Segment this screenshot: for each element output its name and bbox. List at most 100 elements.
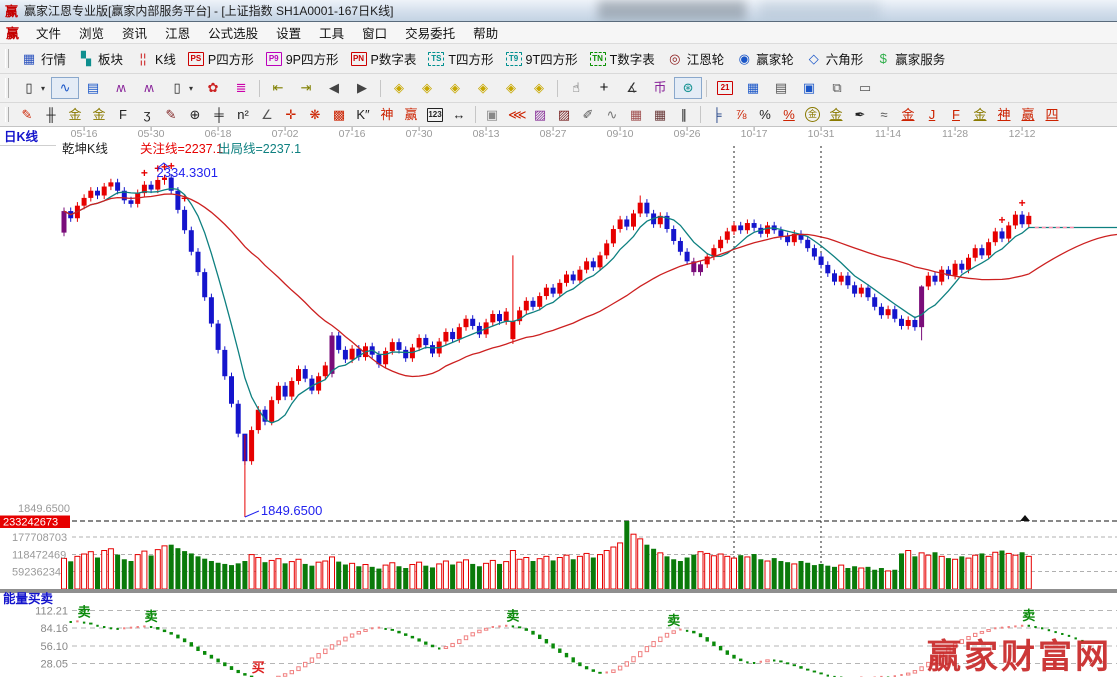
menu-item-window[interactable]: 窗口 [353, 21, 396, 44]
candle-style-button[interactable]: ▯▾ [163, 77, 199, 99]
mindmap-tool-button[interactable]: ⊛ [674, 77, 702, 99]
notepad-button[interactable]: ▤ [767, 77, 795, 99]
angle-tool-button[interactable]: ∡ [618, 77, 646, 99]
percent-78-button[interactable]: ⅞ [729, 105, 753, 125]
print-button[interactable]: ▭ [851, 77, 879, 99]
k-quote-marks-button[interactable]: K″ [351, 105, 375, 125]
menu-item-tools[interactable]: 工具 [310, 21, 353, 44]
gann-web-button[interactable]: ❋ [303, 105, 327, 125]
diamond-star-button[interactable]: ◈ [497, 77, 525, 99]
gann-wheel-button[interactable]: ◎江恩轮 [661, 46, 731, 71]
crosshair-tool-button[interactable]: + [590, 77, 618, 99]
dropdown-arrow-icon[interactable]: ▾ [189, 84, 193, 93]
j-angle-button[interactable]: J [920, 105, 944, 125]
span-arrows-button[interactable]: ↔ [447, 105, 471, 125]
menu-item-formula-stock-picker[interactable]: 公式选股 [199, 21, 267, 44]
p-square-button[interactable]: PSP四方形 [182, 46, 260, 71]
cycle-circle-button[interactable]: ⊕ [183, 105, 207, 125]
winner-wheel-button[interactable]: ◉赢家轮 [730, 46, 800, 71]
web-grid-button[interactable]: ▩ [327, 105, 351, 125]
diamond-grid-button[interactable]: ◈ [525, 77, 553, 99]
diamond-horizontal-button[interactable]: ◈ [441, 77, 469, 99]
zigzag-tool-button[interactable]: ∿ [600, 105, 624, 125]
gold-angle-button[interactable]: 金 [968, 105, 992, 125]
gold-circle-button[interactable]: 金 [801, 105, 824, 124]
sector-angle-button[interactable]: ∠ [255, 105, 279, 125]
menu-item-file[interactable]: 文件 [27, 21, 70, 44]
ying-angle-button[interactable]: 赢 [1016, 105, 1040, 125]
gold-comb-a-button[interactable]: 金 [63, 105, 87, 125]
kline-button[interactable]: ¦¦K线 [129, 46, 182, 71]
toolbar-grip[interactable] [5, 107, 9, 123]
f-angle-button[interactable]: F [944, 105, 968, 125]
gold-red-line-button[interactable]: 金 [896, 105, 920, 125]
wave-3-button[interactable]: ʍ [107, 77, 135, 99]
corner-rays-button[interactable]: ⋘ [504, 105, 528, 125]
volume-profile-button[interactable]: ≣ [227, 77, 255, 99]
ink-pen-button[interactable]: ✒ [848, 105, 872, 125]
grid-fine-button[interactable]: ▦ [624, 105, 648, 125]
export-button[interactable]: ⧉ [823, 77, 851, 99]
seal-pattern-button[interactable]: ✿ [199, 77, 227, 99]
shen-grid-button[interactable]: 神 [375, 105, 399, 125]
hand-tool-button[interactable]: ☝ [562, 77, 590, 99]
time-comb-button[interactable]: ╪ [207, 105, 231, 125]
overlay-wave-button[interactable]: ∿ [51, 77, 79, 99]
gold-comb-b-button[interactable]: 金 [87, 105, 111, 125]
box-rays-purple-button[interactable]: ▨ [528, 105, 552, 125]
gold-line-button[interactable]: 金 [824, 105, 848, 125]
winner-service-button[interactable]: $赢家服务 [869, 46, 951, 71]
nine-p-square-button[interactable]: P99P四方形 [260, 46, 345, 71]
hexagon-button[interactable]: ◇六角形 [800, 46, 870, 71]
box-rays-red-button[interactable]: ▨ [552, 105, 576, 125]
calendar-21-button[interactable]: 21 [711, 78, 739, 98]
menu-item-news[interactable]: 资讯 [113, 21, 156, 44]
shen-angle-button[interactable]: 神 [992, 105, 1016, 125]
sectors-button[interactable]: ▚板块 [72, 46, 129, 71]
coin-tool-button[interactable]: 币 [646, 77, 674, 99]
square-of-nine-button[interactable]: n² [231, 105, 255, 125]
p-number-table-button[interactable]: PNP数字表 [345, 46, 423, 71]
quotes-button[interactable]: ▦行情 [15, 46, 72, 71]
jump-last-button[interactable]: ⇥ [292, 77, 320, 99]
scale-ruler-button[interactable]: ╞ [705, 105, 729, 125]
wave-channel-button[interactable]: ≈ [872, 105, 896, 125]
grid-coarse-button[interactable]: ▦ [648, 105, 672, 125]
menu-item-browse[interactable]: 浏览 [70, 21, 113, 44]
gann-crosshair-button[interactable]: ✛ [279, 105, 303, 125]
spiral-comb-button[interactable]: ʒ [135, 105, 159, 125]
diamond-right-button[interactable]: ◈ [413, 77, 441, 99]
ying-grid-button[interactable]: 赢 [399, 105, 423, 125]
t-square-button[interactable]: TST四方形 [422, 46, 499, 71]
wave-9-button[interactable]: ʍ [135, 77, 163, 99]
kline-style-button[interactable]: ▯▾ [15, 77, 51, 99]
percent-line-button[interactable]: % [777, 105, 801, 125]
snap-box-button[interactable]: ▣ [480, 105, 504, 125]
t-number-table-button[interactable]: TNT数字表 [584, 46, 661, 71]
f-comb-button[interactable]: F [111, 105, 135, 125]
title-bar[interactable]: 赢 赢家江恩专业版[赢家内部服务平台] - [上证指数 SH1A0001-167… [0, 0, 1117, 22]
diamond-left-button[interactable]: ◈ [385, 77, 413, 99]
dropdown-arrow-icon[interactable]: ▾ [41, 84, 45, 93]
jump-first-button[interactable]: ⇤ [264, 77, 292, 99]
nine-t-square-button[interactable]: T99T四方形 [500, 46, 584, 71]
menu-item-settings[interactable]: 设置 [267, 21, 310, 44]
marker-pen-button[interactable]: ✎ [159, 105, 183, 125]
step-back-button[interactable]: ◀ [320, 77, 348, 99]
menu-item-trade-order[interactable]: 交易委托 [396, 21, 464, 44]
gann-pen-button[interactable]: ✎ [15, 105, 39, 125]
toolbar-grip[interactable] [5, 49, 9, 69]
ruler-123-button[interactable]: 123 [423, 106, 447, 124]
menu-item-help[interactable]: 帮助 [464, 21, 507, 44]
toolbar-grip[interactable] [5, 78, 9, 97]
diamond-cross-button[interactable]: ◈ [469, 77, 497, 99]
main-chart[interactable]: 05-1605-3006-1807-0207-1607-3008-1308-27… [0, 127, 1117, 677]
menu-item-gann[interactable]: 江恩 [156, 21, 199, 44]
pane-separator[interactable] [0, 589, 1117, 593]
angle-pen-button[interactable]: ✐ [576, 105, 600, 125]
step-forward-button[interactable]: ▶ [348, 77, 376, 99]
calculator-button[interactable]: ▦ [739, 77, 767, 99]
info-panel-button[interactable]: ▤ [79, 77, 107, 99]
parallel-lines-button[interactable]: ∥ [672, 105, 696, 125]
price-comb-button[interactable]: ╫ [39, 105, 63, 125]
